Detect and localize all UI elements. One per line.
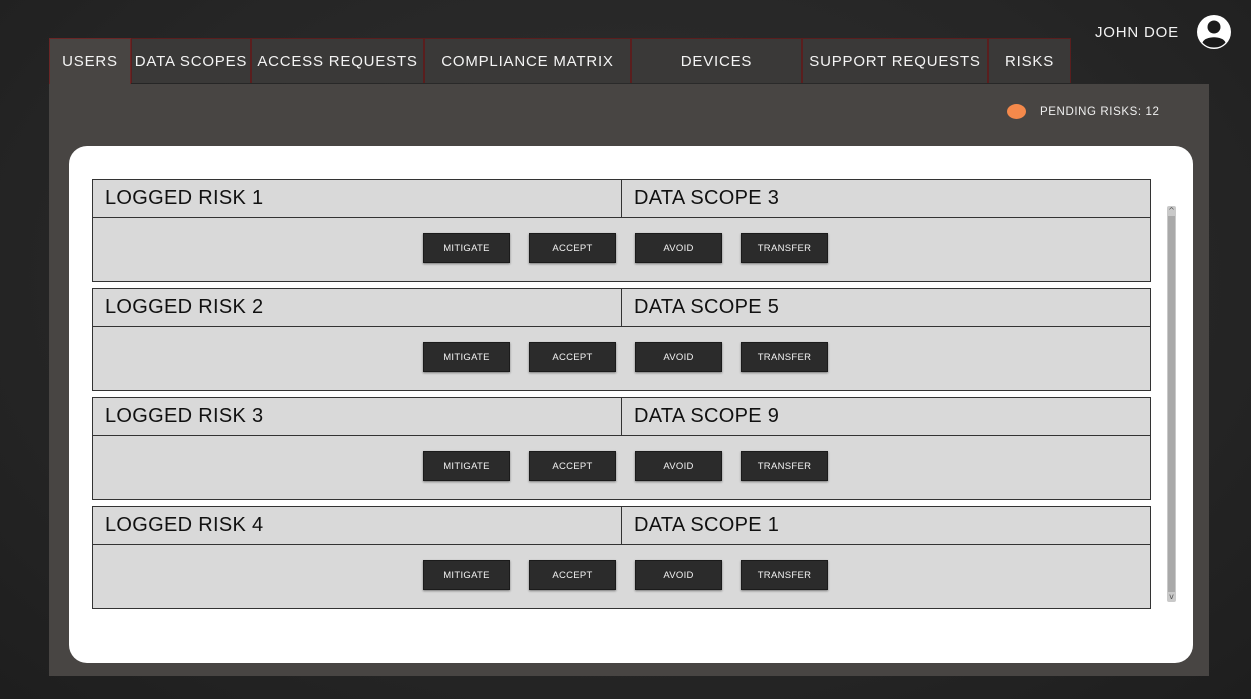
risk-data-scope: DATA SCOPE 5 bbox=[634, 296, 780, 318]
accept-button[interactable]: ACCEPT bbox=[529, 451, 616, 481]
main-tabs: USERS DATA SCOPES ACCESS REQUESTS COMPLI… bbox=[49, 38, 1071, 84]
pending-risks-indicator: PENDING RISKS: 12 bbox=[1007, 104, 1159, 119]
risk-data-scope: DATA SCOPE 3 bbox=[634, 187, 780, 209]
tab-users[interactable]: USERS bbox=[49, 38, 131, 84]
vertical-scrollbar[interactable]: ^ v bbox=[1167, 206, 1176, 602]
risk-row: LOGGED RISK 1 DATA SCOPE 3 MITIGATE ACCE… bbox=[92, 179, 1151, 282]
risk-name: LOGGED RISK 2 bbox=[93, 289, 622, 326]
accept-button[interactable]: ACCEPT bbox=[529, 560, 616, 590]
scroll-down-icon[interactable]: v bbox=[1167, 592, 1176, 602]
user-avatar-icon[interactable] bbox=[1196, 14, 1232, 50]
risk-data-scope: DATA SCOPE 9 bbox=[634, 405, 780, 427]
mitigate-button[interactable]: MITIGATE bbox=[423, 342, 510, 372]
risk-actions: MITIGATE ACCEPT AVOID TRANSFER bbox=[423, 451, 828, 481]
mitigate-button[interactable]: MITIGATE bbox=[423, 560, 510, 590]
risk-actions: MITIGATE ACCEPT AVOID TRANSFER bbox=[423, 342, 828, 372]
avoid-button[interactable]: AVOID bbox=[635, 342, 722, 372]
avoid-button[interactable]: AVOID bbox=[635, 233, 722, 263]
risk-row-header: LOGGED RISK 2 DATA SCOPE 5 bbox=[93, 289, 1150, 327]
risk-name: LOGGED RISK 1 bbox=[93, 180, 622, 217]
transfer-button[interactable]: TRANSFER bbox=[741, 233, 828, 263]
tab-devices[interactable]: DEVICES bbox=[631, 38, 802, 83]
transfer-button[interactable]: TRANSFER bbox=[741, 342, 828, 372]
tab-support-requests[interactable]: SUPPORT REQUESTS bbox=[802, 38, 988, 83]
user-name: JOHN DOE bbox=[1095, 24, 1179, 41]
pending-risks-label: PENDING RISKS: 12 bbox=[1040, 105, 1160, 118]
tab-data-scopes[interactable]: DATA SCOPES bbox=[131, 38, 251, 83]
risk-row: LOGGED RISK 4 DATA SCOPE 1 MITIGATE ACCE… bbox=[92, 506, 1151, 609]
risk-row-header: LOGGED RISK 4 DATA SCOPE 1 bbox=[93, 507, 1150, 545]
risk-name: LOGGED RISK 4 bbox=[93, 507, 622, 544]
mitigate-button[interactable]: MITIGATE bbox=[423, 233, 510, 263]
risk-actions: MITIGATE ACCEPT AVOID TRANSFER bbox=[423, 560, 828, 590]
risk-name: LOGGED RISK 3 bbox=[93, 398, 622, 435]
risk-row-header: LOGGED RISK 3 DATA SCOPE 9 bbox=[93, 398, 1150, 436]
scroll-up-icon[interactable]: ^ bbox=[1167, 206, 1176, 216]
main-panel: PENDING RISKS: 12 LOGGED RISK 1 DATA SCO… bbox=[49, 84, 1209, 676]
transfer-button[interactable]: TRANSFER bbox=[741, 560, 828, 590]
avoid-button[interactable]: AVOID bbox=[635, 560, 722, 590]
tab-access-requests[interactable]: ACCESS REQUESTS bbox=[251, 38, 424, 83]
risk-row: LOGGED RISK 3 DATA SCOPE 9 MITIGATE ACCE… bbox=[92, 397, 1151, 500]
risk-card: LOGGED RISK 1 DATA SCOPE 3 MITIGATE ACCE… bbox=[69, 146, 1193, 663]
risk-row-header: LOGGED RISK 1 DATA SCOPE 3 bbox=[93, 180, 1150, 218]
accept-button[interactable]: ACCEPT bbox=[529, 342, 616, 372]
tab-risks[interactable]: RISKS bbox=[988, 38, 1071, 83]
transfer-button[interactable]: TRANSFER bbox=[741, 451, 828, 481]
risk-actions: MITIGATE ACCEPT AVOID TRANSFER bbox=[423, 233, 828, 263]
tab-compliance-matrix[interactable]: COMPLIANCE MATRIX bbox=[424, 38, 631, 83]
risk-data-scope: DATA SCOPE 1 bbox=[634, 514, 780, 536]
mitigate-button[interactable]: MITIGATE bbox=[423, 451, 510, 481]
risk-list: LOGGED RISK 1 DATA SCOPE 3 MITIGATE ACCE… bbox=[92, 179, 1151, 615]
risk-row: LOGGED RISK 2 DATA SCOPE 5 MITIGATE ACCE… bbox=[92, 288, 1151, 391]
accept-button[interactable]: ACCEPT bbox=[529, 233, 616, 263]
avoid-button[interactable]: AVOID bbox=[635, 451, 722, 481]
status-dot-icon bbox=[1007, 104, 1026, 119]
scrollbar-thumb[interactable] bbox=[1168, 216, 1175, 592]
